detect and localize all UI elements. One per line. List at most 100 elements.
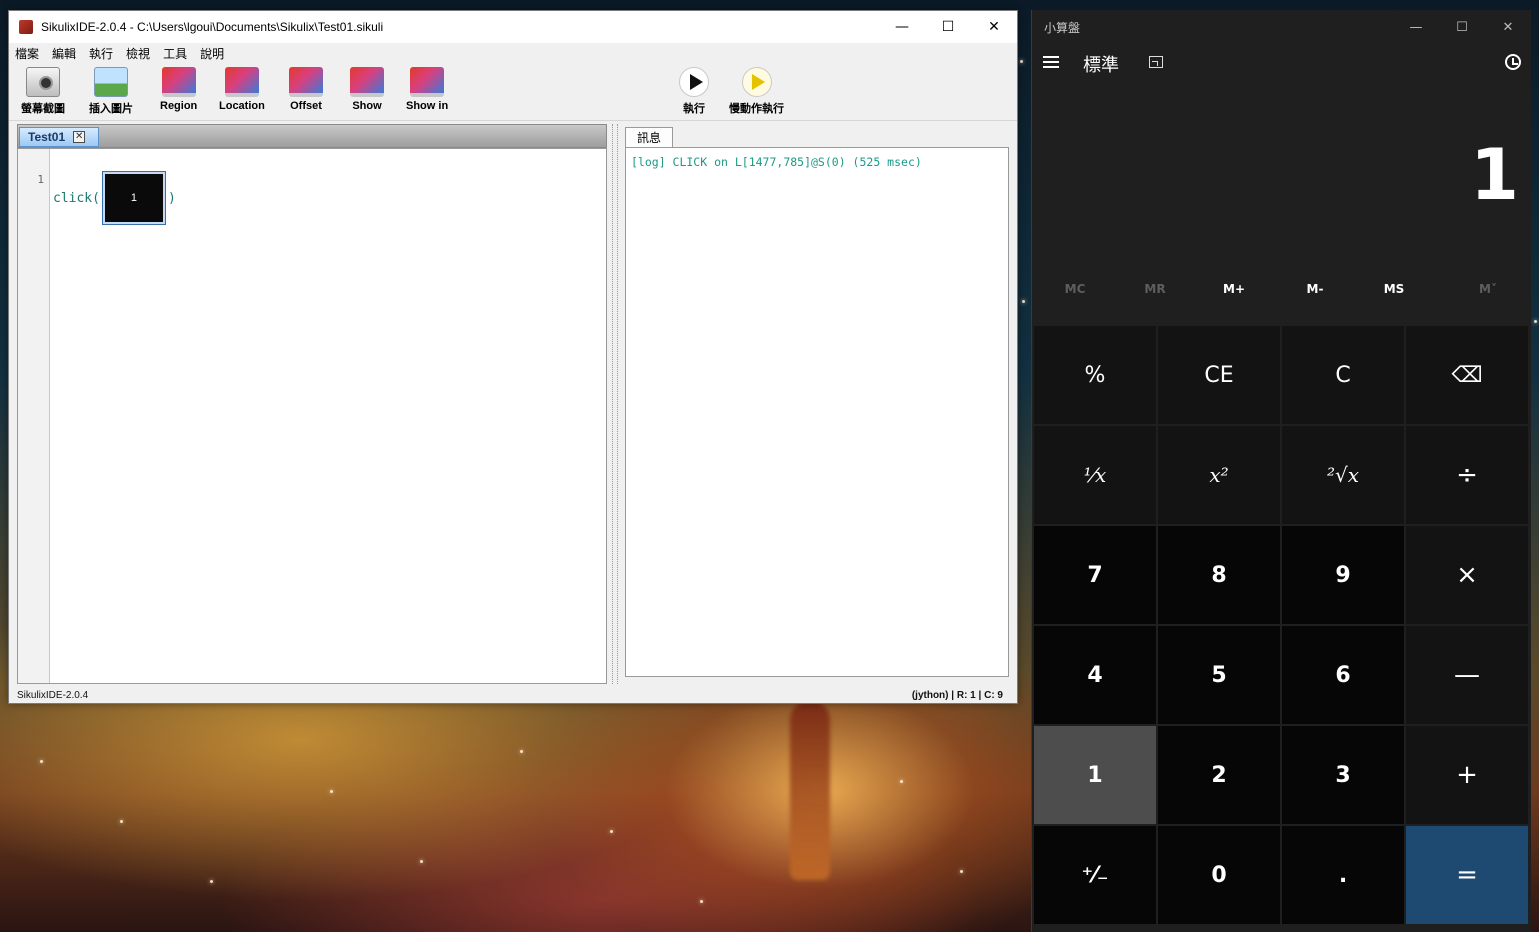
calculator-header: 標準	[1032, 44, 1531, 84]
log-line: [log] CLICK on L[1477,785]@S(0) (525 mse…	[631, 155, 922, 169]
code-line[interactable]: click( 1 )	[53, 171, 176, 225]
capture-label: 螢幕截圖	[21, 103, 65, 115]
tab-close-icon[interactable]: ✕	[73, 131, 86, 143]
digit-5-button[interactable]: 5	[1158, 626, 1280, 724]
backspace-button[interactable]: ⌫	[1406, 326, 1528, 424]
memory-add-button[interactable]: M+	[1194, 282, 1274, 296]
wallpaper-spark	[420, 860, 423, 863]
calc-minimize-button[interactable]: —	[1393, 10, 1439, 44]
wallpaper-spark	[40, 760, 43, 763]
show-button[interactable]: Show	[350, 67, 384, 112]
square-root-button[interactable]: ²√x	[1282, 426, 1404, 524]
maximize-icon: ☐	[941, 19, 955, 35]
insert-image-label: 插入圖片	[89, 103, 133, 115]
keypad: % CE C ⌫ ¹⁄x x² ²√x ÷ 7 8 9 × 4 5 6 — 1 …	[1034, 326, 1528, 924]
clear-button[interactable]: C	[1282, 326, 1404, 424]
wallpaper-spark	[120, 820, 123, 823]
digit-0-button[interactable]: 0	[1158, 826, 1280, 924]
location-button[interactable]: Location	[219, 67, 265, 112]
menu-view[interactable]: 檢視	[126, 45, 150, 62]
negate-button[interactable]: ⁺⁄₋	[1034, 826, 1156, 924]
camera-icon	[26, 67, 60, 97]
digit-4-button[interactable]: 4	[1034, 626, 1156, 724]
offset-button[interactable]: Offset	[289, 67, 323, 112]
digit-7-button[interactable]: 7	[1034, 526, 1156, 624]
digit-1-button[interactable]: 1	[1034, 726, 1156, 824]
calc-close-button[interactable]: ✕	[1485, 10, 1531, 44]
maximize-button[interactable]: ☐	[925, 11, 971, 43]
split-pane-divider[interactable]	[612, 124, 618, 684]
capture-button[interactable]: 螢幕截圖	[21, 67, 65, 116]
digit-3-button[interactable]: 3	[1282, 726, 1404, 824]
digit-9-button[interactable]: 9	[1282, 526, 1404, 624]
calculator-display: 1	[1470, 134, 1519, 216]
minimize-icon: —	[895, 19, 909, 35]
memory-list-button[interactable]: M˅	[1448, 282, 1528, 296]
hamburger-menu-icon[interactable]	[1043, 56, 1059, 68]
percent-button[interactable]: %	[1034, 326, 1156, 424]
wallpaper-spark	[610, 830, 613, 833]
status-bar: SikulixIDE-2.0.4 (jython) | R: 1 | C: 9	[9, 687, 1017, 703]
show-in-button[interactable]: Show in	[406, 67, 448, 112]
memory-subtract-button[interactable]: M-	[1275, 282, 1355, 296]
wallpaper-spark	[900, 780, 903, 783]
keep-on-top-icon[interactable]	[1149, 56, 1163, 68]
wallpaper-spark	[1022, 300, 1025, 303]
reciprocal-button[interactable]: ¹⁄x	[1034, 426, 1156, 524]
maximize-icon: ☐	[1456, 19, 1468, 35]
close-icon: ✕	[988, 19, 1000, 35]
show-in-icon	[410, 67, 445, 97]
divide-button[interactable]: ÷	[1406, 426, 1528, 524]
code-editor[interactable]: 1 click( 1 )	[17, 148, 607, 684]
image-pattern-thumbnail[interactable]: 1	[101, 171, 166, 225]
decimal-button[interactable]: .	[1282, 826, 1404, 924]
show-label: Show	[352, 100, 382, 112]
sikulix-titlebar[interactable]: SikulixIDE-2.0.4 - C:\Users\lgoui\Docume…	[9, 11, 1017, 43]
menu-tools[interactable]: 工具	[163, 45, 187, 62]
window-title: SikulixIDE-2.0.4 - C:\Users\lgoui\Docume…	[41, 20, 384, 34]
menu-run[interactable]: 執行	[89, 45, 113, 62]
add-button[interactable]: +	[1406, 726, 1528, 824]
multiply-button[interactable]: ×	[1406, 526, 1528, 624]
wallpaper-spark	[1534, 320, 1537, 323]
region-button[interactable]: Region	[160, 67, 197, 112]
menu-help[interactable]: 說明	[200, 45, 224, 62]
history-icon[interactable]	[1505, 54, 1521, 70]
equals-button[interactable]: =	[1406, 826, 1528, 924]
subtract-button[interactable]: —	[1406, 626, 1528, 724]
run-slow-button[interactable]: 慢動作執行	[729, 67, 784, 116]
clear-entry-button[interactable]: CE	[1158, 326, 1280, 424]
menu-file[interactable]: 檔案	[15, 45, 39, 62]
calc-maximize-button[interactable]: ☐	[1439, 10, 1485, 44]
show-in-label: Show in	[406, 100, 449, 112]
show-icon	[350, 67, 384, 97]
memory-recall-button[interactable]: MR	[1115, 282, 1195, 296]
square-button[interactable]: x²	[1158, 426, 1280, 524]
digit-8-button[interactable]: 8	[1158, 526, 1280, 624]
minimize-button[interactable]: —	[879, 11, 925, 43]
tab-messages[interactable]: 訊息	[625, 127, 673, 147]
memory-clear-button[interactable]: MC	[1035, 282, 1115, 296]
menu-edit[interactable]: 編輯	[52, 45, 76, 62]
insert-image-button[interactable]: 插入圖片	[89, 67, 133, 116]
run-icon	[679, 67, 709, 97]
digit-6-button[interactable]: 6	[1282, 626, 1404, 724]
region-icon	[161, 67, 196, 97]
wallpaper-spark	[1020, 60, 1023, 63]
calculator-title: 小算盤	[1044, 20, 1081, 35]
sikulix-app-icon	[19, 20, 33, 34]
wallpaper-spark	[210, 880, 213, 883]
close-button[interactable]: ✕	[971, 11, 1017, 43]
run-label: 執行	[683, 103, 705, 115]
calculator-mode-title: 標準	[1083, 55, 1119, 76]
calculator-titlebar[interactable]: 小算盤 — ☐ ✕	[1032, 10, 1531, 44]
tab-test01[interactable]: Test01 ✕	[19, 127, 99, 147]
image-pattern-label: 1	[130, 192, 138, 204]
digit-2-button[interactable]: 2	[1158, 726, 1280, 824]
location-label: Location	[219, 100, 265, 112]
wallpaper-spark	[700, 900, 703, 903]
memory-row: MC MR M+ M- MS M˅	[1032, 282, 1532, 306]
run-button[interactable]: 執行	[679, 67, 709, 116]
message-log[interactable]: [log] CLICK on L[1477,785]@S(0) (525 mse…	[625, 147, 1009, 677]
memory-store-button[interactable]: MS	[1354, 282, 1434, 296]
